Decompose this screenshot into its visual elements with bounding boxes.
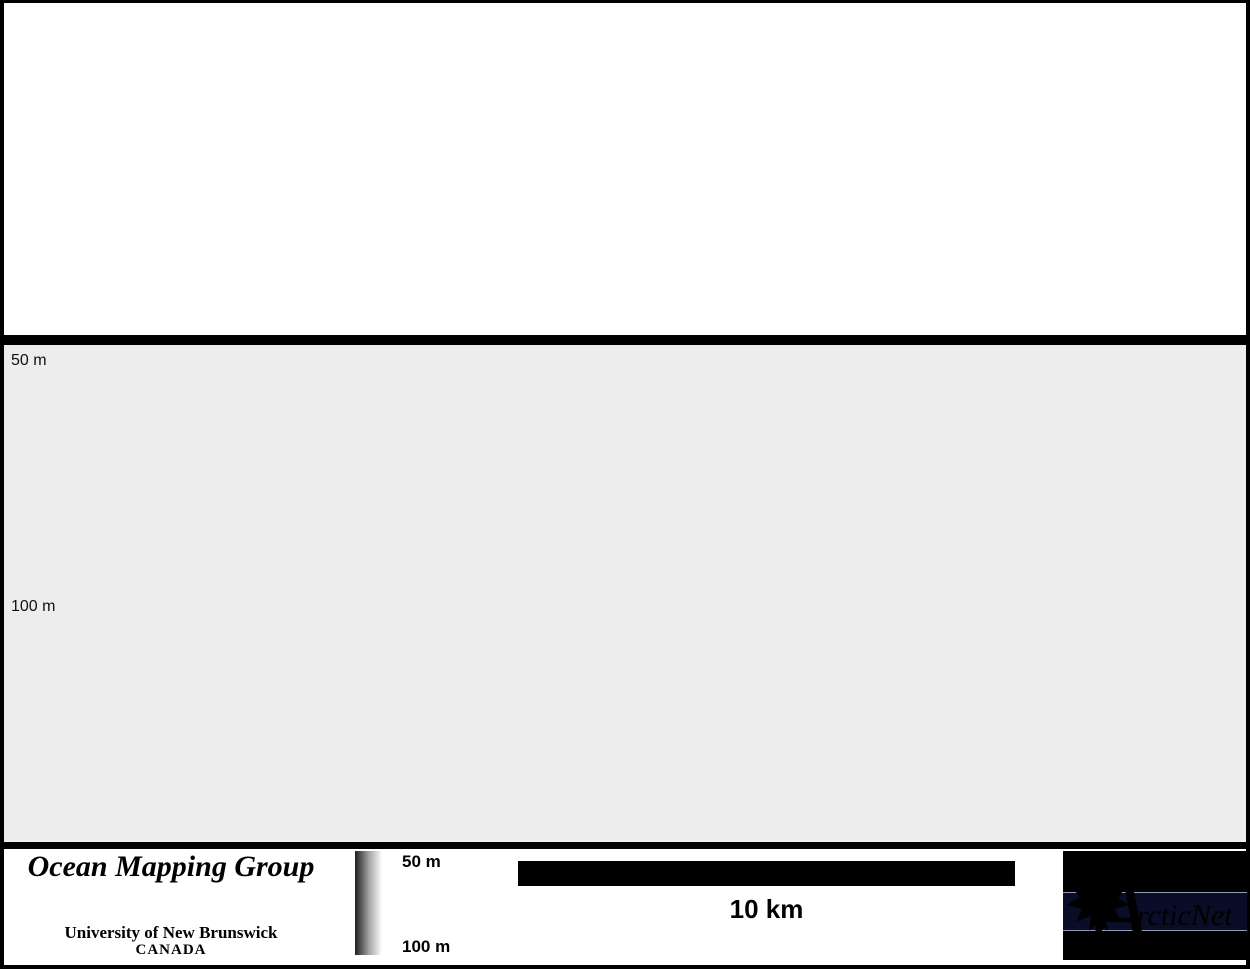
- echogram-canvas: [4, 345, 1246, 842]
- track-map-svg: [4, 3, 1246, 335]
- omg-logo-subtitle: University of New Brunswick: [64, 923, 278, 942]
- scale-bar-segment: [918, 866, 1010, 881]
- figure-root: 50 m 100 m Ocean Mapping Group Universit…: [0, 0, 1250, 969]
- track-map-panel: [4, 3, 1246, 335]
- scale-bar-segment: [523, 866, 615, 881]
- footer: Ocean Mapping Group University of New Br…: [4, 849, 1247, 965]
- colorbar-shading: [355, 851, 391, 955]
- omg-logo-title: Ocean Mapping Group: [27, 850, 315, 883]
- arcticnet-text-rest: rcticNet: [1137, 899, 1233, 932]
- arcticnet-logo-svg: A rcticNet: [1063, 851, 1247, 960]
- colorbar-label-50m: 50 m: [402, 852, 441, 871]
- omg-logo-country: CANADA: [135, 942, 207, 958]
- arcticnet-logo: A rcticNet: [1063, 851, 1247, 960]
- omg-logo: Ocean Mapping Group University of New Br…: [4, 850, 338, 962]
- depth-label-50m: 50 m: [11, 352, 47, 369]
- scale-bar-label: 10 km: [729, 894, 804, 924]
- colorbar-label-100m: 100 m: [402, 937, 451, 956]
- depth-label-100m: 100 m: [11, 598, 56, 615]
- echogram-panel: 50 m 100 m: [4, 345, 1246, 842]
- scale-bar-segment: [722, 866, 814, 881]
- depth-colorbar: [355, 851, 391, 955]
- scale-bar: [518, 861, 1015, 886]
